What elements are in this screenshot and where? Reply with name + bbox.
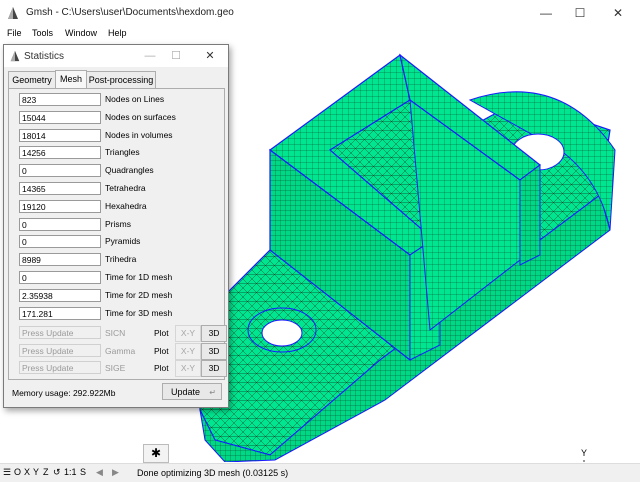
gear-icon: ✱: [150, 446, 162, 460]
quality-row: Press Update SIGE Plot X-Y 3D: [19, 360, 229, 377]
stat-value-field[interactable]: 18014: [19, 128, 101, 142]
minimize-button[interactable]: —: [532, 3, 560, 23]
close-button[interactable]: ✕: [604, 3, 632, 23]
stat-row: 171.281 Time for 3D mesh: [19, 306, 199, 321]
menu-file[interactable]: File: [7, 28, 22, 38]
update-button-label: Update: [171, 387, 201, 397]
stat-value-field[interactable]: 0: [19, 271, 101, 284]
quality-row: Press Update SICN Plot X-Y 3D: [19, 325, 229, 342]
tab-geometry[interactable]: Geometry: [8, 71, 56, 89]
quality-measure-label: SICN: [105, 328, 126, 338]
plot-xy-button[interactable]: X-Y: [175, 325, 201, 342]
menu-toggle-icon[interactable]: ☰: [3, 467, 11, 478]
stat-row: 2.35938 Time for 2D mesh: [19, 288, 199, 303]
stat-label: Nodes in volumes: [105, 129, 173, 140]
stat-value-field[interactable]: 0: [19, 235, 101, 249]
view-z-button[interactable]: Z: [43, 467, 49, 477]
axes-gizmo: Y Z X: [581, 448, 587, 462]
menu-tools[interactable]: Tools: [32, 28, 53, 38]
next-icon[interactable]: ▶: [112, 467, 119, 478]
stat-value-field[interactable]: 0: [19, 217, 101, 231]
plot-3d-button[interactable]: 3D: [201, 325, 227, 342]
stat-value-field[interactable]: 2.35938: [19, 288, 101, 302]
menu-help[interactable]: Help: [108, 28, 127, 38]
stat-label: Nodes on Lines: [105, 94, 165, 104]
quality-measure-label: SIGE: [105, 363, 126, 373]
stat-value-field[interactable]: 14256: [19, 146, 101, 160]
dialog-close-button[interactable]: ✕: [200, 48, 220, 64]
stat-row: 0 Prisms: [19, 217, 199, 232]
dialog-titlebar: Statistics — ☐ ✕: [4, 45, 228, 67]
stat-row: 0 Pyramids: [19, 235, 199, 249]
plot-3d-button[interactable]: 3D: [201, 360, 227, 377]
prev-icon[interactable]: ◀: [96, 467, 103, 478]
stat-value-field[interactable]: 171.281: [19, 306, 101, 320]
stat-label: Time for 3D mesh: [105, 307, 173, 318]
view-x-button[interactable]: X: [24, 467, 30, 477]
menu-bar: File Tools Window Help: [0, 26, 640, 42]
stat-row: 8989 Trihedra: [19, 253, 199, 267]
memory-usage: Memory usage: 292.922Mb: [12, 388, 116, 398]
stat-label: Time for 1D mesh: [105, 272, 173, 282]
options-gear-button[interactable]: ✱: [143, 444, 169, 463]
stat-value-field[interactable]: 15044: [19, 110, 101, 124]
stat-row: 0 Time for 1D mesh: [19, 271, 199, 285]
select-button[interactable]: S: [80, 467, 86, 477]
update-button[interactable]: Update ↵: [162, 383, 222, 400]
maximize-button[interactable]: ☐: [566, 3, 594, 23]
quality-value-field: Press Update: [19, 326, 101, 339]
tab-post-processing[interactable]: Post-processing: [86, 71, 156, 89]
stat-label: Tetrahedra: [105, 183, 146, 193]
plot-xy-button[interactable]: X-Y: [175, 360, 201, 377]
stat-value-field[interactable]: 0: [19, 164, 101, 178]
gmsh-logo-icon: [8, 7, 18, 19]
plot-xy-button[interactable]: X-Y: [175, 342, 201, 360]
statistics-dialog: Statistics — ☐ ✕ Geometry Mesh Post-proc…: [3, 44, 229, 408]
stat-value-field[interactable]: 19120: [19, 199, 101, 213]
dialog-title: Statistics: [24, 51, 65, 62]
dialog-minimize-button[interactable]: —: [140, 48, 160, 64]
stat-row: 14365 Tetrahedra: [19, 182, 199, 196]
stat-label: Time for 2D mesh: [105, 289, 173, 300]
stat-value-field[interactable]: 14365: [19, 182, 101, 195]
quality-value-field: Press Update: [19, 343, 101, 357]
stat-label: Prisms: [105, 218, 131, 229]
view-origin-button[interactable]: O: [14, 467, 21, 477]
status-bar: ☰ O X Y Z ↺ 1:1 S ◀ ▶ Done optimizing 3D…: [0, 463, 640, 482]
window-title: Gmsh - C:\Users\user\Documents\hexdom.ge…: [26, 7, 234, 18]
window-titlebar: Gmsh - C:\Users\user\Documents\hexdom.ge…: [0, 0, 640, 26]
stat-label: Nodes on surfaces: [105, 111, 176, 122]
quality-measure-label: Gamma: [105, 345, 136, 356]
quality-value-field: Press Update: [19, 361, 101, 374]
stat-row: 19120 Hexahedra: [19, 199, 199, 214]
plot-label: Plot: [154, 345, 169, 356]
plot-3d-button[interactable]: 3D: [201, 342, 227, 360]
view-y-button[interactable]: Y: [33, 467, 39, 477]
plot-label: Plot: [154, 363, 169, 373]
return-arrow-icon: ↵: [209, 388, 216, 397]
stat-label: Quadrangles: [105, 165, 154, 176]
plot-label: Plot: [154, 328, 169, 338]
tab-mesh[interactable]: Mesh: [55, 70, 87, 89]
menu-window[interactable]: Window: [65, 28, 97, 38]
stat-value-field[interactable]: 823: [19, 93, 101, 106]
stat-row: 0 Quadrangles: [19, 164, 199, 178]
stat-row: 14256 Triangles: [19, 146, 199, 160]
mesh-stats-panel: 823 Nodes on Lines 15044 Nodes on surfaces 1…: [8, 88, 227, 380]
rotate-icon[interactable]: ↺: [53, 467, 61, 478]
stat-label: Hexahedra: [105, 200, 147, 211]
status-message: Done optimizing 3D mesh (0.03125 s): [137, 468, 289, 478]
stat-value-field[interactable]: 8989: [19, 253, 101, 267]
stat-row: 15044 Nodes on surfaces: [19, 110, 199, 125]
stat-row: 823 Nodes on Lines: [19, 93, 199, 107]
stat-label: Triangles: [105, 147, 140, 158]
scale-1to1-button[interactable]: 1:1: [64, 467, 77, 477]
stat-label: Pyramids: [105, 236, 141, 247]
quality-row: Press Update Gamma Plot X-Y 3D: [19, 342, 229, 360]
gmsh-logo-icon: [10, 50, 20, 62]
stat-label: Trihedra: [105, 254, 137, 265]
stat-row: 18014 Nodes in volumes: [19, 128, 199, 143]
axis-y-label: Y: [581, 448, 587, 458]
dialog-maximize-button[interactable]: ☐: [166, 48, 186, 64]
